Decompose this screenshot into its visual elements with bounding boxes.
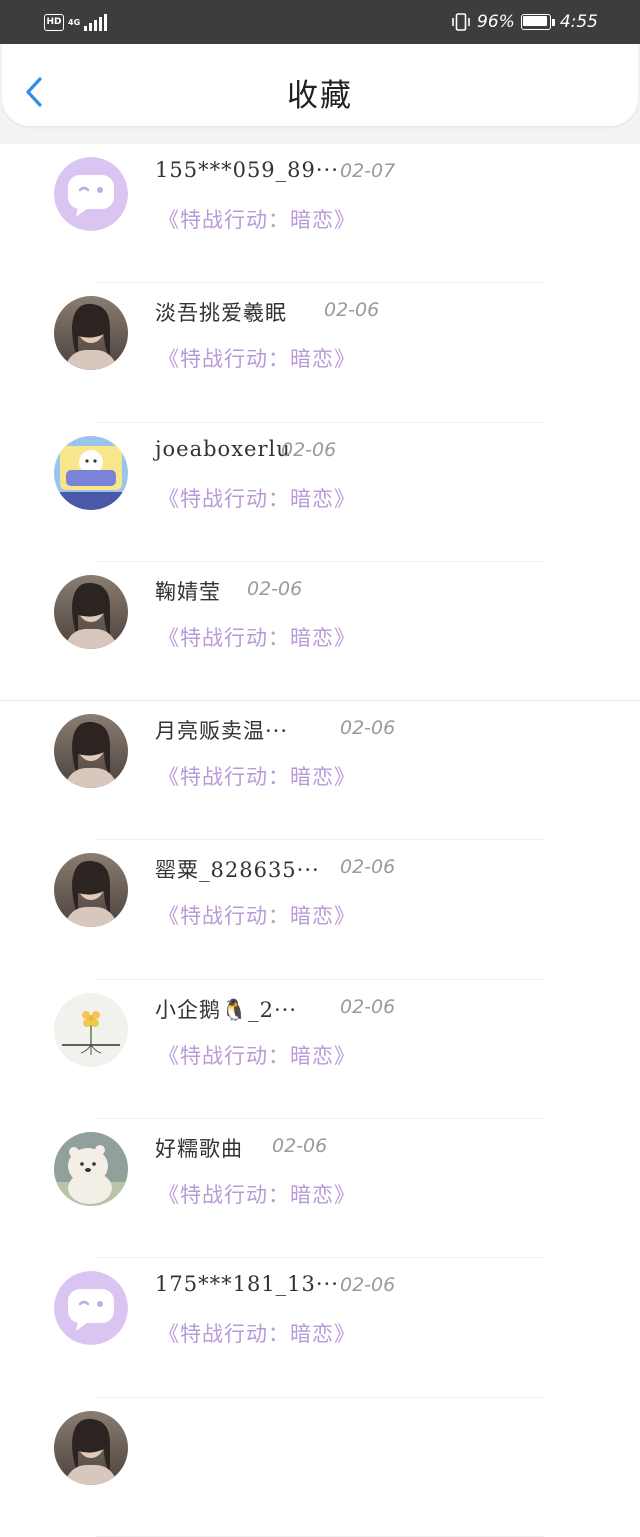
favorite-date: 02-06 <box>340 717 396 740</box>
username: 好糯歌曲 <box>155 1137 243 1162</box>
book-title[interactable]: 《特战行动：暗恋》 <box>158 622 356 652</box>
default-avatar[interactable] <box>54 1271 128 1346</box>
list-item[interactable]: 好糯歌曲 02-06 《特战行动：暗恋》 <box>0 1119 640 1259</box>
username: 175***181_13··· <box>155 1272 339 1297</box>
hd-badge: HD <box>44 13 64 31</box>
list-item[interactable]: 月亮贩卖温··· 02-06 《特战行动：暗恋》 <box>0 701 640 841</box>
username: joeaboxerlu <box>155 436 291 461</box>
book-title[interactable]: 《特战行动：暗恋》 <box>158 1179 356 1209</box>
photo-avatar[interactable] <box>54 714 128 789</box>
username: 罂粟_828635··· <box>155 858 320 883</box>
book-title[interactable]: 《特战行动：暗恋》 <box>158 1040 356 1070</box>
photo-avatar[interactable] <box>54 853 128 928</box>
battery-icon <box>520 14 555 30</box>
favorite-date: 02-06 <box>340 995 396 1018</box>
book-title[interactable]: 《特战行动：暗恋》 <box>158 900 356 930</box>
vibrate-icon <box>452 13 470 31</box>
list-item[interactable]: joeaboxerlu 02-06 《特战行动：暗恋》 <box>0 423 640 562</box>
clock: 4:55 <box>559 12 598 32</box>
signal-icon <box>84 13 108 31</box>
favorite-date: 02-06 <box>247 577 303 600</box>
favorite-date: 02-06 <box>340 1274 396 1297</box>
favorite-date: 02-06 <box>281 438 337 461</box>
list-item[interactable]: 175***181_13··· 02-06 《特战行动：暗恋》 <box>0 1258 640 1398</box>
favorite-date: 02-06 <box>324 299 380 322</box>
username: 淡吾挑爱羲眠 <box>155 301 287 326</box>
cartoon-avatar[interactable] <box>54 435 128 510</box>
flower-avatar[interactable] <box>54 992 128 1067</box>
photo-avatar[interactable] <box>54 574 128 649</box>
book-title[interactable]: 《特战行动：暗恋》 <box>158 204 356 234</box>
book-title[interactable]: 《特战行动：暗恋》 <box>158 343 356 373</box>
list-item[interactable]: 155***059_89··· 02-07 《特战行动：暗恋》 <box>0 144 640 284</box>
list-item[interactable]: 罂粟_828635··· 02-06 《特战行动：暗恋》 <box>0 840 640 980</box>
username: 鞠婧莹 <box>155 579 221 604</box>
list-item[interactable]: 小企鹅🐧_2··· 02-06 《特战行动：暗恋》 <box>0 980 640 1120</box>
list-item[interactable]: 鞠婧莹 02-06 《特战行动：暗恋》 <box>0 562 640 702</box>
favorite-date: 02-06 <box>340 856 396 879</box>
network-type: 4G <box>68 17 81 27</box>
status-right: 96% 4:55 <box>451 10 598 34</box>
page-title: 收藏 <box>287 78 353 114</box>
favorites-list: 155***059_89··· 02-07 《特战行动：暗恋》 淡吾挑爱羲眠 0… <box>0 144 640 1537</box>
bear-avatar[interactable] <box>54 1132 128 1207</box>
favorite-date: 02-06 <box>272 1135 328 1158</box>
book-title[interactable]: 《特战行动：暗恋》 <box>158 761 356 791</box>
default-avatar[interactable] <box>54 157 128 231</box>
username: 小企鹅🐧_2··· <box>155 997 298 1022</box>
favorite-date: 02-07 <box>340 160 396 182</box>
battery-percent: 96% <box>477 12 515 32</box>
username: 月亮贩卖温··· <box>155 719 289 744</box>
list-item[interactable]: 淡吾挑爱羲眠 02-06 《特战行动：暗恋》 <box>0 283 640 423</box>
photo-avatar[interactable] <box>54 296 128 371</box>
list-item[interactable] <box>0 1398 640 1537</box>
book-title[interactable]: 《特战行动：暗恋》 <box>158 483 356 513</box>
status-bar: HD 4G 96% 4:55 <box>0 0 640 44</box>
username: 155***059_89··· <box>155 158 339 182</box>
status-left: HD 4G <box>44 11 108 33</box>
book-title[interactable]: 《特战行动：暗恋》 <box>158 1318 356 1348</box>
